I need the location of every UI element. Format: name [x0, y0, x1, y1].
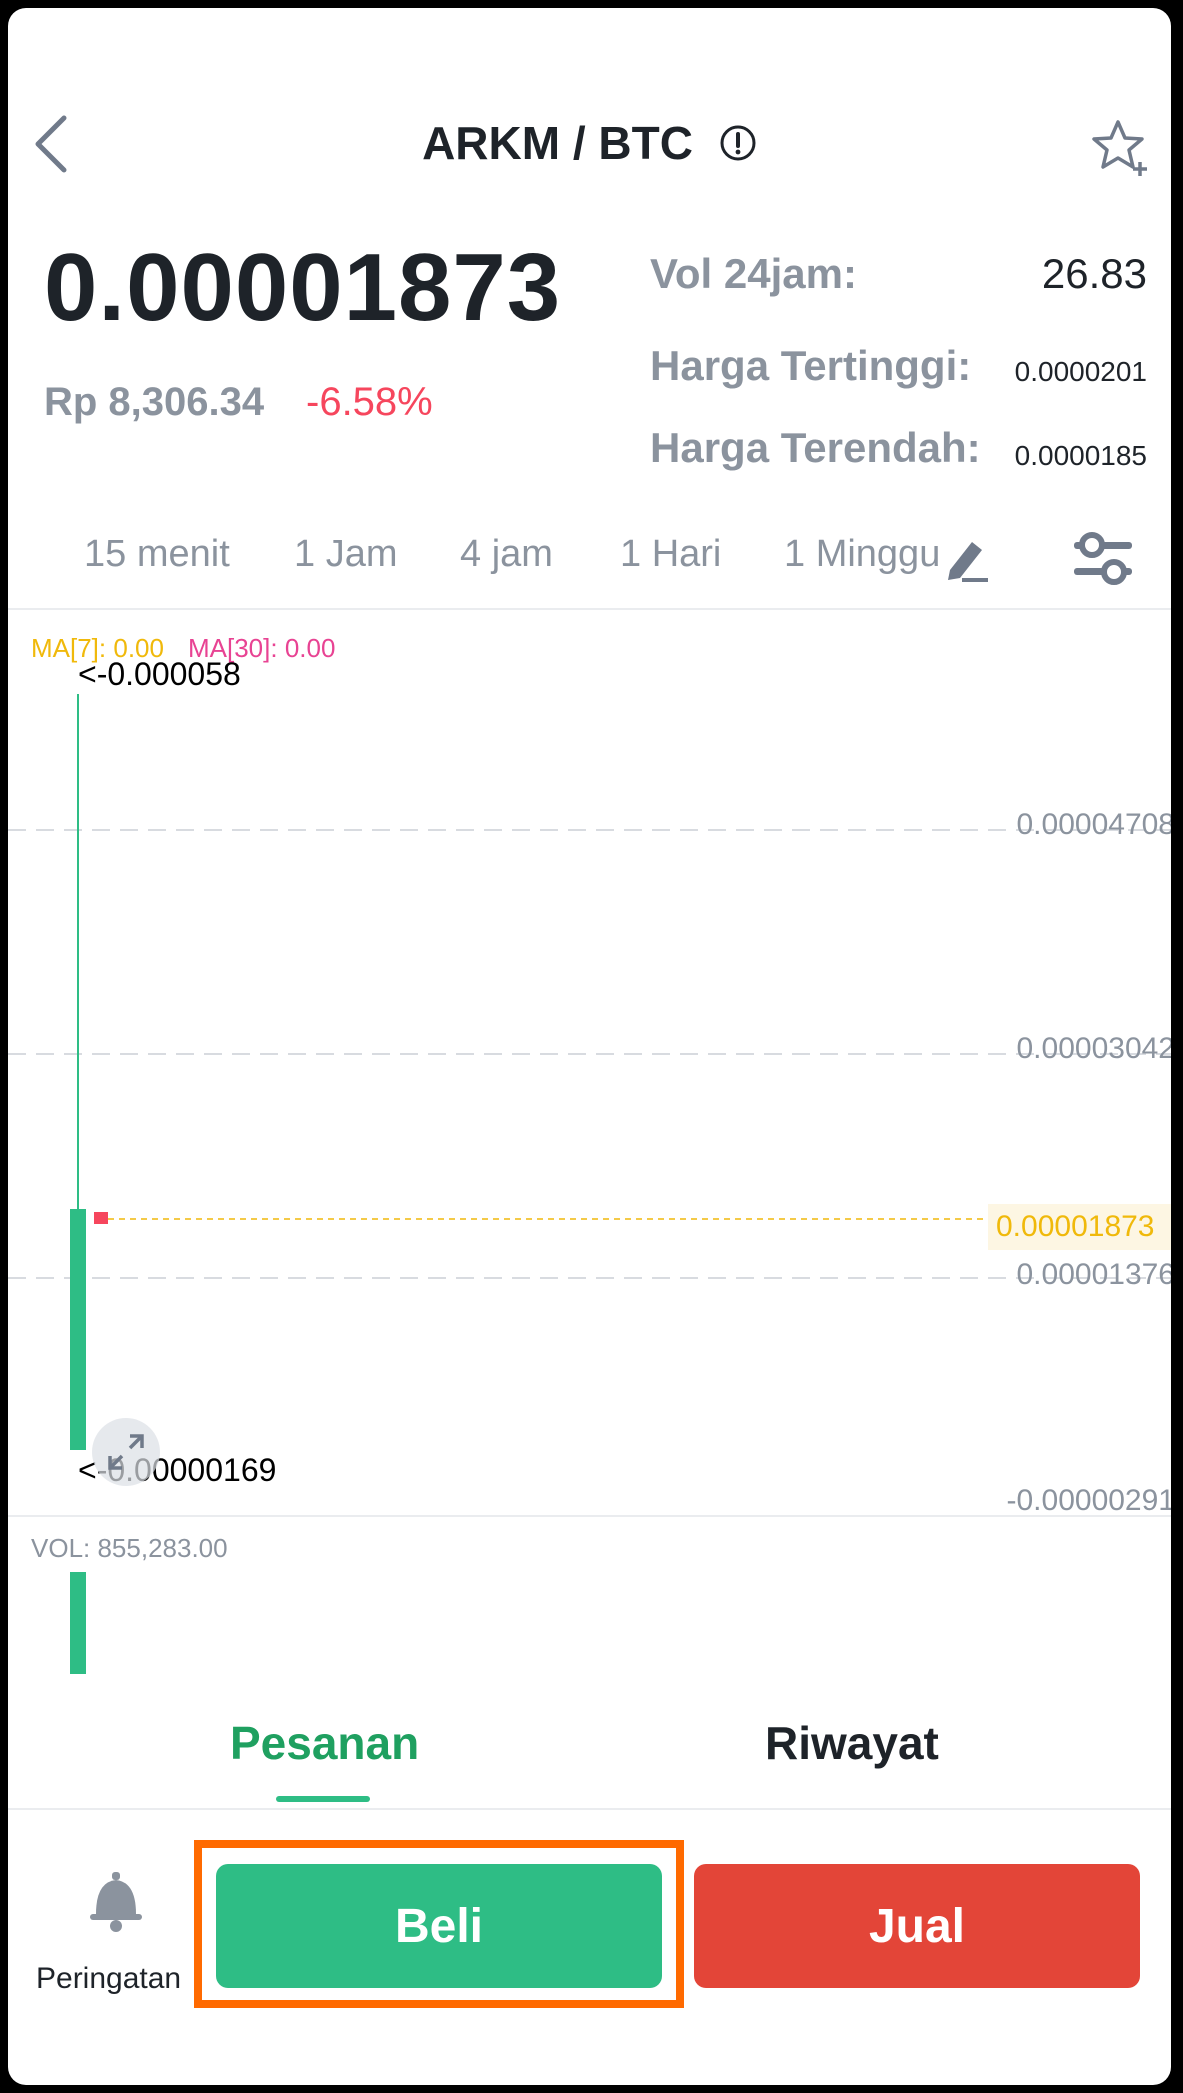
draw-pencil-icon[interactable]	[942, 534, 992, 584]
pair-title: ARKM / BTC	[422, 117, 693, 169]
price-chart[interactable]	[8, 610, 1171, 1520]
current-price-tag: 0.00001873	[988, 1204, 1171, 1250]
sell-button[interactable]: Jual	[694, 1864, 1140, 1988]
alert-label[interactable]: Peringatan	[36, 1962, 181, 1996]
tab-15-menit[interactable]: 15 menit	[84, 533, 230, 576]
expand-chart-button[interactable]	[92, 1418, 160, 1486]
timeframe-tabs: 15 menit 1 Jam 4 jam 1 Hari 1 Minggu	[8, 533, 1171, 593]
info-circle-icon[interactable]	[719, 124, 757, 162]
buy-button-highlight	[194, 1840, 684, 2008]
volume-bar	[70, 1572, 86, 1674]
favorite-star-icon[interactable]	[1090, 118, 1152, 180]
vol-24h-value: 26.83	[1041, 250, 1147, 297]
bottom-tabs-divider	[8, 1808, 1171, 1810]
y-tick: 0.00001376	[1016, 1258, 1172, 1291]
y-tick: 0.00004708	[1016, 808, 1172, 841]
bell-icon[interactable]	[86, 1870, 146, 1934]
tab-pesanan[interactable]: Pesanan	[230, 1716, 419, 1770]
vol-24h-label: Vol 24jam:	[650, 250, 857, 297]
fiat-price: Rp 8,306.34	[44, 380, 265, 424]
high-price-value: 0.0000201	[1014, 356, 1147, 387]
y-tick: 0.00003042	[1016, 1032, 1172, 1065]
high-price-label: Harga Tertinggi:	[650, 342, 972, 389]
last-candle	[94, 1212, 108, 1224]
tab-1-jam[interactable]: 1 Jam	[294, 533, 397, 576]
last-price: 0.00001873	[44, 234, 562, 341]
y-tick: -0.00000291	[1006, 1484, 1172, 1517]
active-tab-indicator	[276, 1796, 370, 1802]
tab-riwayat[interactable]: Riwayat	[765, 1716, 939, 1770]
chart-settings-icon[interactable]	[1072, 530, 1134, 588]
page-title: ARKM / BTC	[8, 116, 1171, 170]
price-change: -6.58%	[306, 380, 433, 424]
low-price-value: 0.0000185	[1014, 440, 1147, 471]
tab-4-jam[interactable]: 4 jam	[460, 533, 553, 576]
expand-arrows-icon	[108, 1434, 144, 1470]
app-screen: ARKM / BTC 0.00001873 Rp 8,306.34 -6.58%…	[8, 8, 1171, 2085]
low-price-label: Harga Terendah:	[650, 424, 981, 471]
tab-1-hari[interactable]: 1 Hari	[620, 533, 721, 576]
volume-label: VOL: 855,283.00	[31, 1533, 228, 1563]
candle-body	[70, 1209, 86, 1450]
high-marker: <-0.000058	[78, 656, 241, 692]
tab-1-minggu[interactable]: 1 Minggu	[784, 533, 940, 576]
